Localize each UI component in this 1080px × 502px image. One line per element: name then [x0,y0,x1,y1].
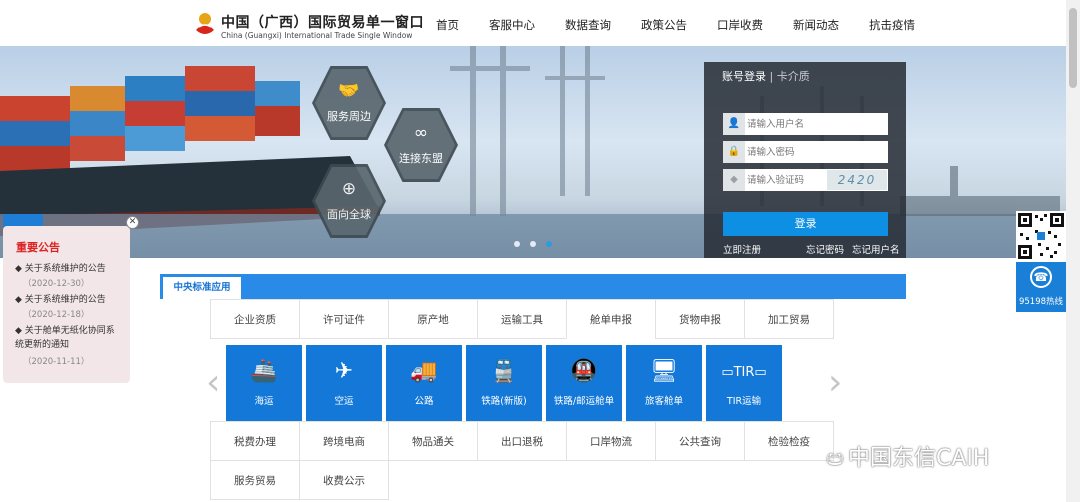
logo-mark-icon [196,13,214,34]
login-button[interactable]: 登录 [723,212,888,236]
shield-icon: ◆ [723,169,745,191]
user-icon: 👤 [723,113,745,135]
carousel-dot-active[interactable] [546,241,552,247]
nav-home[interactable]: 首页 [436,0,459,46]
category-service-trade[interactable]: 服务贸易 [210,460,300,500]
captcha-input[interactable] [747,170,825,190]
category-export-tax-refund[interactable]: 出口退税 [477,421,567,461]
notice-item[interactable]: ◆ 关于系统维护的公告 [15,262,123,276]
category-row-3: 服务贸易 收费公示 [210,460,389,500]
port-illustration [0,46,1066,258]
plane-icon: ✈ [334,359,354,384]
forgot-username-link[interactable]: 忘记用户名 [852,242,900,256]
hotline-number: 95198热线 [1018,297,1064,307]
notice-item[interactable]: ◆ 关于系统维护的公告 [15,293,123,307]
category-inspection[interactable]: 检验检疫 [744,421,834,461]
truck-icon: 🚚 [410,359,438,384]
category-cross-border-ecommerce[interactable]: 跨境电商 [299,421,389,461]
category-enterprise-qualification[interactable]: 企业资质 [210,299,300,339]
register-link[interactable]: 立即注册 [723,242,761,256]
section-bar: 中央标准应用 [160,274,906,299]
tile-air[interactable]: ✈ 空运 [306,345,382,421]
hotline-button[interactable]: ☎ 95198热线 [1016,262,1066,312]
tile-rail-postal[interactable]: 🚇 铁路/邮运舱单 [546,345,622,421]
scrollbar[interactable] [1066,0,1080,502]
manifest-tiles: 🚢 海运 ✈ 空运 🚚 公路 🚆 铁路(新版) 🚇 铁路/邮运舱单 🖥 旅客舱单… [226,345,786,421]
tab-central-standard[interactable]: 中央标准应用 [163,277,241,299]
nav-policy[interactable]: 政策公告 [641,0,687,46]
captcha-image[interactable]: 2420 [827,170,887,190]
tile-tir[interactable]: ▭TIR▭ TIR运输 [706,345,782,421]
username-field[interactable]: 👤 [723,113,888,135]
handshake-icon: 🤝 [338,81,360,101]
category-row-1: 企业资质 许可证件 原产地 运输工具 舱单申报 货物申报 加工贸易 [210,299,834,339]
notice-date: （2020-12-18） [23,310,90,320]
close-icon[interactable]: ✕ [126,216,139,229]
qr-code-icon [1018,213,1064,259]
tile-rail-new[interactable]: 🚆 铁路(新版) [466,345,542,421]
category-origin[interactable]: 原产地 [388,299,478,339]
nav-port-fees[interactable]: 口岸收费 [717,0,763,46]
notice-date: （2020-11-11） [23,357,90,367]
forgot-password-link[interactable]: 忘记密码 [806,242,844,256]
globe-icon: ⊕ [341,179,357,199]
category-tax[interactable]: 税费办理 [210,421,300,461]
logo-subtitle: China (Guangxi) International Trade Sing… [221,31,413,40]
nav-service-center[interactable]: 客服中心 [489,0,535,46]
phone-icon: ☎ [1030,266,1052,288]
nav-data-query[interactable]: 数据查询 [565,0,611,46]
tab-account-login[interactable]: 账号登录 [722,70,766,83]
hero-banner[interactable]: 🤝 服务周边 ∞ 连接东盟 ⊕ 面向全球 账号登录 | 卡介质 👤 🔒 [0,46,1066,258]
category-processing-trade[interactable]: 加工贸易 [744,299,834,339]
notice-panel: 重要公告 ◆ 关于系统维护的公告 （2020-12-30） ◆ 关于系统维护的公… [3,226,130,383]
site-logo[interactable]: 中国（广西）国际贸易单一窗口 China (Guangxi) Internati… [193,10,424,42]
rail-icon: 🚇 [570,359,598,384]
category-fee-disclosure[interactable]: 收费公示 [299,460,389,500]
watermark: ඏ 中国东信CAIH [826,446,990,471]
login-panel: 账号登录 | 卡介质 👤 🔒 ◆ 2420 登录 立即注册 忘记密码 忘记用户名 [704,62,906,258]
ship-icon: 🚢 [250,359,278,384]
category-goods-clearance[interactable]: 物品通关 [388,421,478,461]
password-field[interactable]: 🔒 [723,141,888,163]
chevron-left-icon[interactable]: ‹ [206,362,220,403]
category-goods-declaration[interactable]: 货物申报 [655,299,745,339]
login-tabs: 账号登录 | 卡介质 [722,70,810,83]
passenger-icon: 🖥 [650,359,678,384]
category-license[interactable]: 许可证件 [299,299,389,339]
tile-sea[interactable]: 🚢 海运 [226,345,302,421]
header: 中国（广西）国际贸易单一窗口 China (Guangxi) Internati… [0,0,1080,46]
tab-card-login[interactable]: 卡介质 [777,70,810,83]
notice-date: （2020-12-30） [23,279,90,289]
category-manifest[interactable]: 舱单申报 [566,299,656,339]
category-row-2: 税费办理 跨境电商 物品通关 出口退税 口岸物流 公共查询 检验检疫 [210,421,834,461]
notice-item[interactable]: ◆ 关于舱单无纸化协同系统更新的通知 [15,324,123,352]
scrollbar-thumb[interactable] [1069,8,1077,88]
main-nav: 首页 客服中心 数据查询 政策公告 口岸收费 新闻动态 抗击疫情 [436,0,945,46]
train-icon: 🚆 [490,359,518,384]
tir-icon: ▭TIR▭ [721,365,767,380]
tile-passenger[interactable]: 🖥 旅客舱单 [626,345,702,421]
wechat-icon: ඏ [826,446,844,471]
carousel-dot[interactable] [514,241,520,247]
category-transport[interactable]: 运输工具 [477,299,567,339]
category-port-logistics[interactable]: 口岸物流 [566,421,656,461]
category-public-query[interactable]: 公共查询 [655,421,745,461]
nav-epidemic[interactable]: 抗击疫情 [869,0,915,46]
link-icon: ∞ [413,123,429,143]
carousel-dot[interactable] [530,241,536,247]
logo-title: 中国（广西）国际贸易单一窗口 [221,15,424,31]
tile-road[interactable]: 🚚 公路 [386,345,462,421]
qr-code[interactable] [1016,211,1066,261]
username-input[interactable] [747,114,847,134]
captcha-field[interactable]: ◆ 2420 [723,169,888,191]
carousel-dots [514,241,562,247]
lock-icon: 🔒 [723,141,745,163]
nav-news[interactable]: 新闻动态 [793,0,839,46]
notice-title: 重要公告 [16,241,60,254]
chevron-right-icon[interactable]: › [828,362,842,403]
password-input[interactable] [747,142,847,162]
